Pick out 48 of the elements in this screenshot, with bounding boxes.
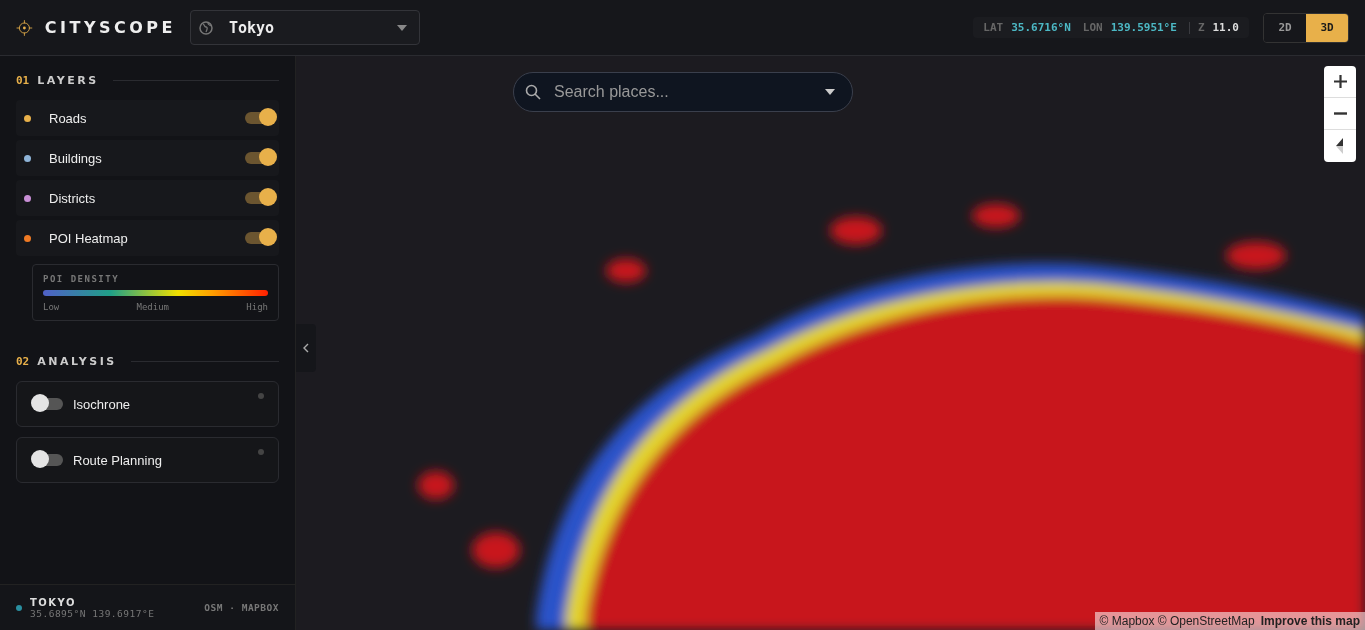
location-dot-icon [16,604,22,611]
legend-label: Medium [136,302,170,312]
legend-title: POI DENSITY [43,274,121,284]
layer-row[interactable]: Roads [16,100,279,136]
latitude-value: 35.6716°N [1011,21,1071,34]
improve-map-link[interactable]: Improve this map [1260,614,1360,628]
view-mode-tab[interactable]: 3D [1306,13,1348,42]
section-title: LAYERS [37,73,99,87]
section-title: ANALYSIS [37,354,117,368]
city-name: TOKYO [30,596,77,608]
data-sources: OSM · MAPBOX [204,602,279,613]
status-dot-icon [258,449,264,455]
layer-row[interactable]: POI Heatmap [16,220,279,256]
analysis-label: Route Planning [73,452,163,468]
layer-row[interactable]: Districts [16,180,279,216]
search-field[interactable]: Search places... [513,72,853,112]
zoom-value: 11.0 [1212,21,1239,34]
latitude-label: LAT [983,21,1004,34]
caret-icon [825,89,835,95]
section-number: 01 [16,73,30,87]
minus-icon [1333,112,1347,115]
city-coordinates: 35.6895°N 139.6917°E [30,607,156,619]
longitude-value: 139.5951°E [1110,21,1177,34]
legend-label: Low [43,302,60,312]
globe-icon [199,20,213,35]
layer-label: Buildings [49,150,103,166]
map-placeholder[interactable]: Search places... © Mapbox © OpenStreetMap Improve this map [296,56,1365,630]
search-icon [525,84,541,100]
layer-row[interactable]: Buildings [16,140,279,176]
layer-label: Districts [49,190,97,206]
analysis-card[interactable]: Isochrone [16,381,279,427]
longitude-label: LON [1082,21,1103,34]
section-number: 02 [16,354,30,368]
brand-name: CITYSCOPE [44,18,176,37]
caret-icon [397,24,407,31]
analysis-label: Isochrone [73,396,132,412]
plus-icon [1333,75,1347,88]
compass-icon [1335,138,1345,154]
attribution-text: © Mapbox © OpenStreetMap [1099,614,1255,628]
layer-label: POI Heatmap [49,230,129,246]
layer-label: Roads [49,110,88,126]
chevron-left-icon [303,343,309,353]
analysis-card[interactable]: Route Planning [16,437,279,483]
zoom-label: Z [1197,21,1205,34]
status-dot-icon [258,393,264,399]
collapse-sidebar-button[interactable] [296,324,316,372]
city-select[interactable]: Tokyo [190,10,420,45]
legend-label: High [246,302,268,312]
